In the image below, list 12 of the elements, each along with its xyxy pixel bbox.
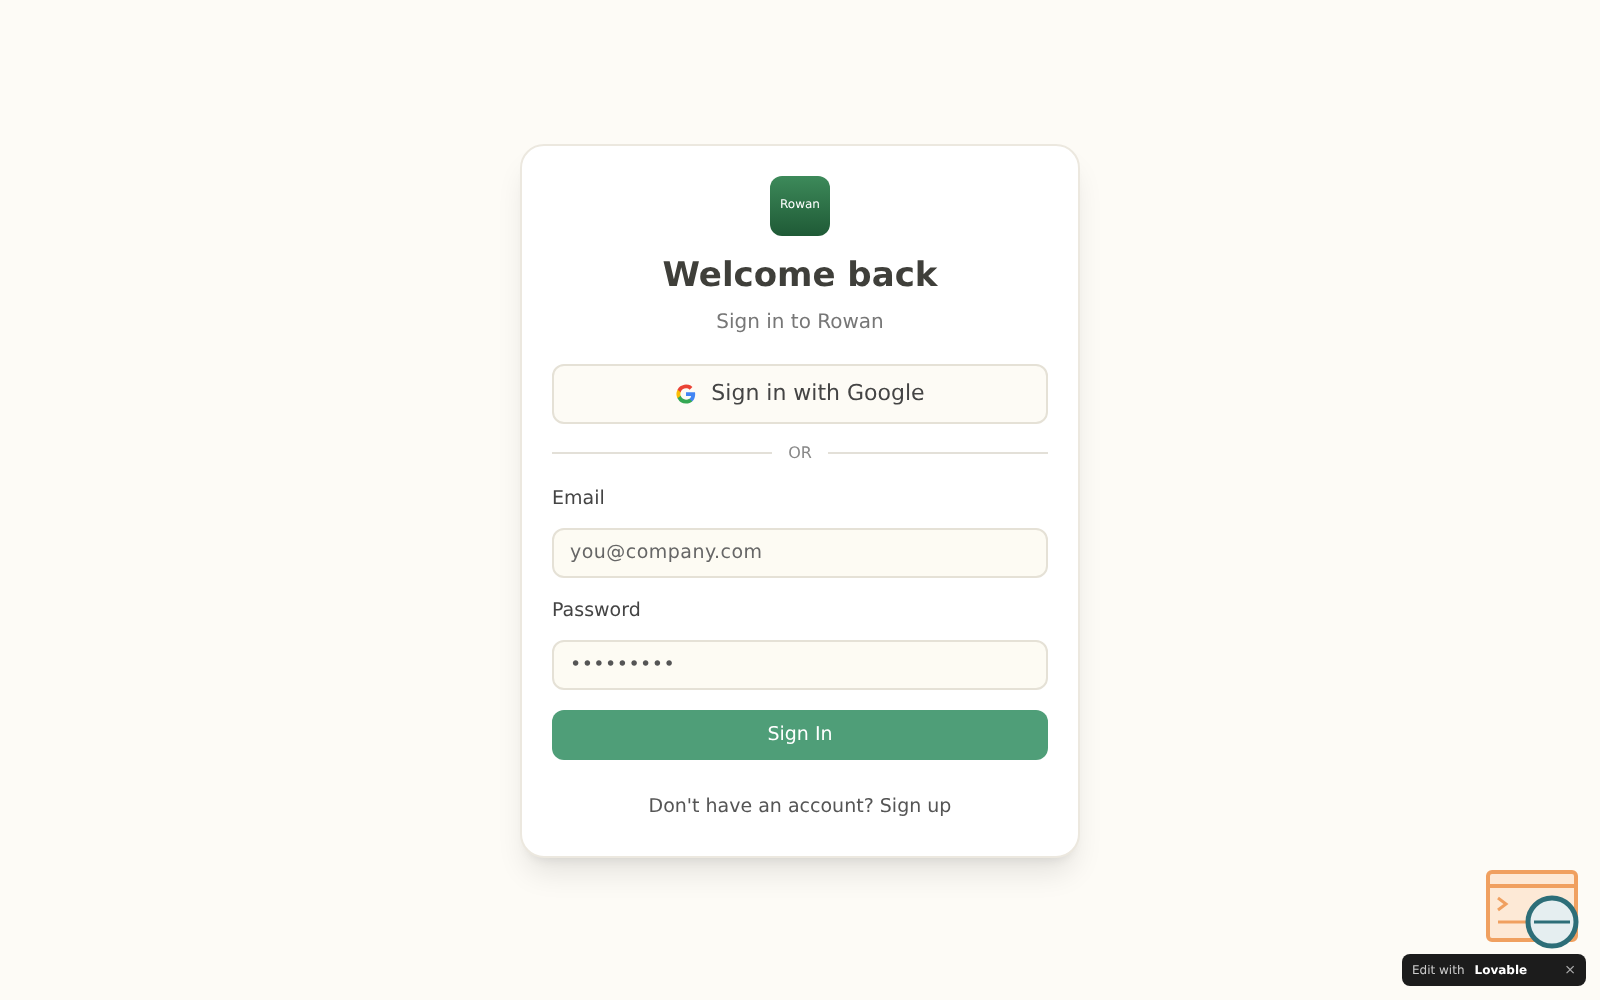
- divider-label: OR: [788, 441, 812, 466]
- field-label: Password: [552, 598, 643, 626]
- password-field[interactable]: •••••••••: [552, 640, 1048, 691]
- sign-up-prompt: Don't have an account? Sign up: [648, 794, 952, 823]
- field-label: Email: [552, 485, 607, 514]
- sign-up-link[interactable]: Sign up: [879, 796, 952, 819]
- email-field[interactable]: you@company.com: [552, 528, 1048, 578]
- page-title: Welcome back: [662, 255, 938, 298]
- subtitle: Sign in to Rowan: [716, 309, 884, 338]
- google-icon: [675, 383, 696, 404]
- code-window-icon: [1484, 868, 1584, 952]
- google-sign-in-button[interactable]: Sign in with Google: [552, 363, 1048, 424]
